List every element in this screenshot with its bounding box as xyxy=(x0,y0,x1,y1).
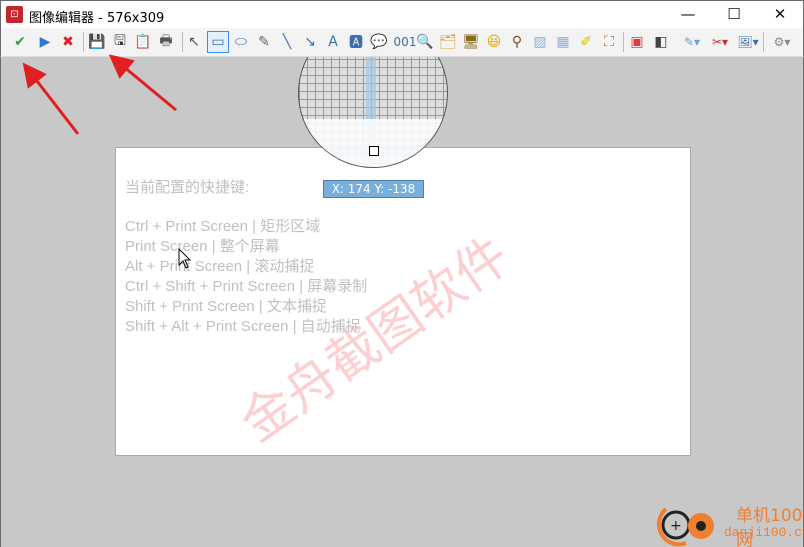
border-color-button[interactable]: ▣ xyxy=(626,31,648,53)
border-color-icon: ▣ xyxy=(630,34,644,50)
stamp-icon: ⚲ xyxy=(511,34,523,50)
pencil-icon: ✎ xyxy=(258,34,270,50)
image-button[interactable]: 🗂 xyxy=(437,31,459,53)
pixelate-icon: ▦ xyxy=(556,34,570,50)
crop-button[interactable]: ⛶ xyxy=(598,31,620,53)
magnifier-loupe xyxy=(298,57,448,168)
play-button[interactable]: ▶ xyxy=(34,31,56,53)
coordinates-tooltip: X: 174 Y: -138 xyxy=(323,180,424,198)
toolbar-separator xyxy=(623,32,624,52)
rectangle-icon: ▭ xyxy=(211,34,225,50)
cursor-icon: ↖ xyxy=(188,34,200,50)
magnifier-icon: 🔍 xyxy=(416,34,434,50)
blur-button[interactable]: ▨ xyxy=(529,31,551,53)
confirm-button[interactable]: ✔ xyxy=(9,31,31,53)
speech-bubble-button[interactable]: 💬 xyxy=(368,31,390,53)
speech-bubble-icon: 💬 xyxy=(370,34,388,50)
app-icon: ⊡ xyxy=(6,6,23,23)
toolbar-separator xyxy=(763,32,764,52)
save-button[interactable]: 💾 xyxy=(86,31,108,53)
window-title: 图像编辑器 - 576x309 xyxy=(29,11,165,26)
close-button[interactable]: ✕ xyxy=(757,1,803,29)
mouse-cursor-icon xyxy=(178,248,192,269)
confirm-icon: ✔ xyxy=(14,34,26,50)
shortcut-line: Print Screen | 整个屏幕 xyxy=(125,238,280,255)
maximize-button[interactable]: ☐ xyxy=(711,1,757,29)
arrow-button[interactable]: ↘ xyxy=(299,31,321,53)
print-icon: 🖶 xyxy=(159,33,173,49)
title-bar: ⊡ 图像编辑器 - 576x309 — ☐ ✕ xyxy=(0,0,804,28)
pencil-button[interactable]: ✎ xyxy=(253,31,275,53)
logo-url: danji100.com xyxy=(724,525,803,540)
text-box-button[interactable]: 🅰 xyxy=(345,31,367,53)
settings-icon: ⚙▾ xyxy=(773,35,791,49)
shortcuts-heading: 当前配置的快捷键: xyxy=(125,179,250,196)
cancel-button[interactable]: ✖ xyxy=(57,31,79,53)
monitor-button[interactable]: 🖥 xyxy=(460,31,482,53)
highlight-icon: ✐ xyxy=(580,34,592,50)
tools-button[interactable]: ✂▾ xyxy=(706,31,734,53)
pixelate-button[interactable]: ▦ xyxy=(552,31,574,53)
image-edit-button[interactable]: 🖼▾ xyxy=(734,31,762,53)
blur-icon: ▨ xyxy=(533,34,547,50)
toolbar-separator xyxy=(83,32,84,52)
toolbar-separator xyxy=(182,32,183,52)
arrow-icon: ↘ xyxy=(304,34,316,50)
emoji-button[interactable]: 😆 xyxy=(483,31,505,53)
edit-color-icon: ✎▾ xyxy=(683,35,701,49)
toolbar: ✔ ▶ ✖ 💾 🖫 📋 🖶 ↖ ▭ ⬭ ✎ ╲ ↘ A 🅰 💬 001 🔍 🗂 🖥 😆 ⚲ ▨ ▦ ✐ ⛶ ▣ ◧ ✎▾ ✂▾ 🖼▾ ⚙▾ xyxy=(0,28,804,57)
fill-color-icon: ◧ xyxy=(654,34,668,50)
stamp-button[interactable]: ⚲ xyxy=(506,31,528,53)
svg-text:+: + xyxy=(670,518,682,534)
clipboard-icon: 📋 xyxy=(134,34,152,50)
crop-icon: ⛶ xyxy=(604,34,614,50)
site-logo: + 单机100网 danji100.com xyxy=(656,495,803,547)
shortcut-line: Ctrl + Shift + Print Screen | 屏幕录制 xyxy=(125,278,368,295)
minimize-button[interactable]: — xyxy=(665,1,711,29)
image-icon: 🗂 xyxy=(439,34,457,50)
ellipse-icon: ⬭ xyxy=(235,34,247,50)
fill-color-button[interactable]: ◧ xyxy=(650,31,672,53)
emoji-icon: 😆 xyxy=(486,34,502,50)
highlight-button[interactable]: ✐ xyxy=(575,31,597,53)
shortcut-line: Alt + Print Screen | 滚动捕捉 xyxy=(125,258,315,275)
line-button[interactable]: ╲ xyxy=(276,31,298,53)
text-box-icon: 🅰 xyxy=(349,35,363,51)
tools-icon: ✂▾ xyxy=(711,35,729,49)
logo-mark-icon: + xyxy=(656,507,714,547)
settings-button[interactable]: ⚙▾ xyxy=(768,31,796,53)
cancel-icon: ✖ xyxy=(62,34,74,50)
cursor-button[interactable]: ↖ xyxy=(183,31,205,53)
save-icon: 💾 xyxy=(88,34,106,50)
play-icon: ▶ xyxy=(39,34,51,50)
line-icon: ╲ xyxy=(282,34,292,50)
monitor-icon: 🖥 xyxy=(462,34,480,50)
text-icon: A xyxy=(328,34,338,50)
save-as-icon: 🖫 xyxy=(114,33,126,49)
edit-color-button[interactable]: ✎▾ xyxy=(678,31,706,53)
rectangle-button[interactable]: ▭ xyxy=(207,31,229,53)
image-edit-icon: 🖼▾ xyxy=(737,35,759,49)
shortcut-line: Shift + Alt + Print Screen | 自动捕捉 xyxy=(125,318,361,335)
print-button[interactable]: 🖶 xyxy=(155,31,177,53)
canvas-area: 金舟截图软件 当前配置的快捷键: Ctrl + Print Screen | 矩… xyxy=(0,57,804,547)
magnifier-button[interactable]: 🔍 xyxy=(414,31,436,53)
logo-name: 单机100网 xyxy=(736,506,803,547)
shortcut-line: Ctrl + Print Screen | 矩形区域 xyxy=(125,218,321,235)
save-as-button[interactable]: 🖫 xyxy=(109,31,131,53)
text-button[interactable]: A xyxy=(322,31,344,53)
shortcut-line: Shift + Print Screen | 文本捕捉 xyxy=(125,298,327,315)
ellipse-button[interactable]: ⬭ xyxy=(230,31,252,53)
clipboard-button[interactable]: 📋 xyxy=(132,31,154,53)
